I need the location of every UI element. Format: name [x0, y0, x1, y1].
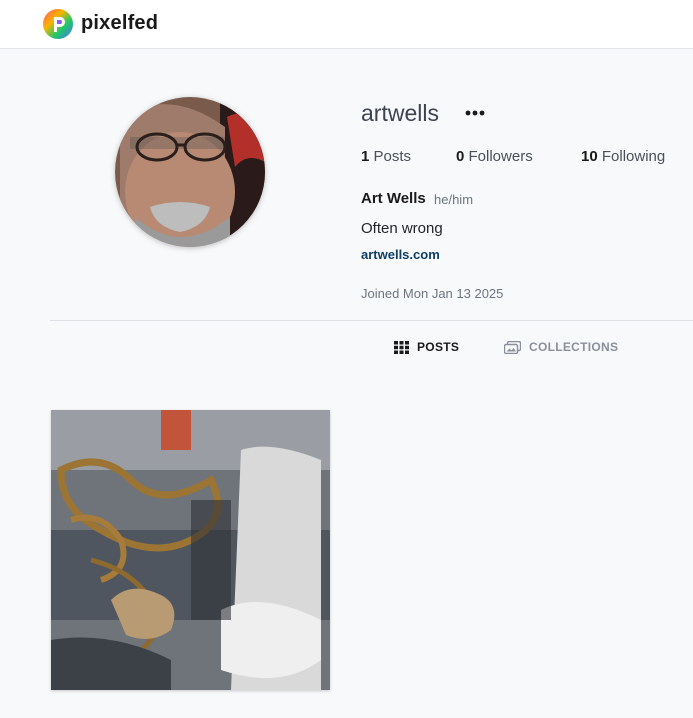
brand-name: pixelfed [81, 12, 159, 34]
top-navbar: pixelfed [0, 0, 693, 49]
post-image [51, 410, 330, 690]
pronouns: he/him [434, 192, 474, 207]
profile-options-button[interactable] [462, 100, 488, 126]
website-link[interactable]: artwells.com [361, 247, 440, 262]
profile-username: artwells [361, 100, 439, 126]
avatar-photo [115, 97, 265, 247]
following-count: 10 [581, 148, 598, 165]
joined-date: Joined Mon Jan 13 2025 [361, 286, 504, 301]
tab-posts-label: POSTS [417, 340, 460, 354]
divider [50, 320, 693, 321]
tab-posts[interactable]: POSTS [394, 338, 459, 356]
following-count-stat[interactable]: 10 Following [581, 148, 665, 165]
tab-collections[interactable]: COLLECTIONS [504, 338, 618, 356]
tab-collections-label: COLLECTIONS [529, 340, 619, 354]
posts-label: Posts [373, 148, 412, 165]
post-thumbnail[interactable] [51, 410, 330, 690]
pixelfed-logo-icon [43, 9, 73, 39]
posts-count: 1 [361, 148, 370, 165]
bio-text: Often wrong [361, 220, 443, 237]
followers-label: Followers [468, 148, 533, 165]
followers-count: 0 [456, 148, 465, 165]
display-name: Art Wells [361, 190, 426, 207]
images-icon [504, 340, 521, 354]
following-label: Following [601, 148, 666, 165]
ellipsis-icon [465, 110, 485, 116]
followers-count-stat[interactable]: 0 Followers [456, 148, 533, 165]
avatar [115, 97, 265, 247]
posts-count-stat[interactable]: 1 Posts [361, 148, 411, 165]
grid-icon [394, 340, 409, 354]
